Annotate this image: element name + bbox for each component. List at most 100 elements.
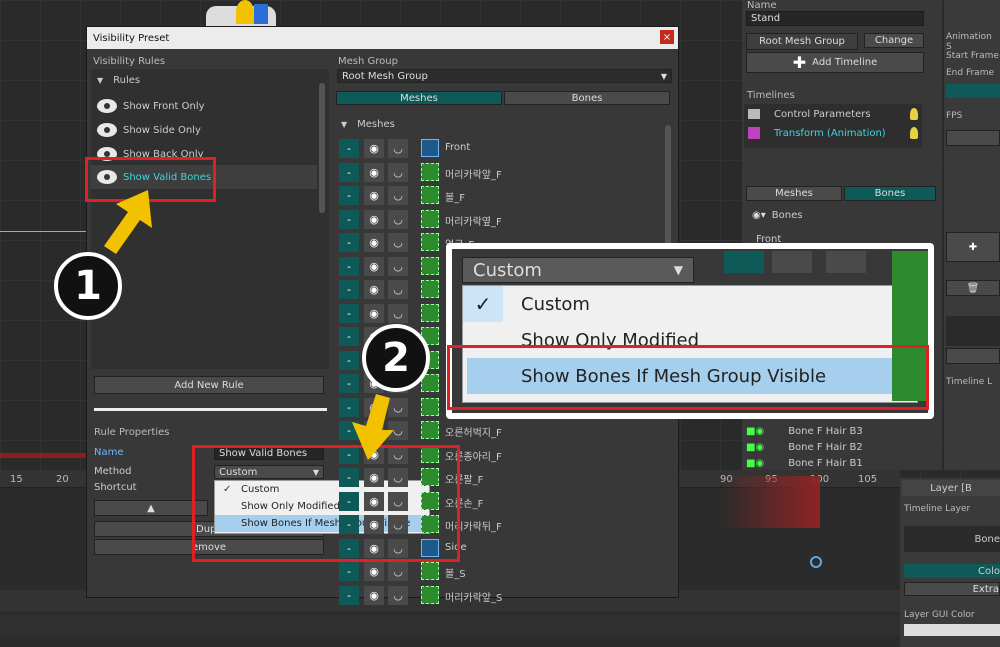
curve-icon[interactable]: ◡ [388,585,408,605]
minus-button[interactable]: - [339,162,359,182]
timeline-red-bar [0,453,90,458]
bone-row[interactable]: ■◉ Bone F Hair B1 [746,456,926,470]
timeline-item-transform[interactable]: Transform (Animation) [748,125,918,141]
mesh-row[interactable]: - ◉ ◡ 볼_F [339,184,669,206]
curve-icon[interactable]: ◡ [388,162,408,182]
minus-button[interactable]: - [339,327,359,346]
dialog-titlebar[interactable]: Visibility Preset [87,27,678,49]
move-up-button[interactable]: ▲ [94,500,208,516]
mesh-row[interactable]: - ◉ ◡ 볼_S [339,560,669,582]
eye-icon[interactable]: ◉ [364,280,384,299]
zoom-menu-item-custom[interactable]: ✓ Custom [463,286,917,322]
eye-icon[interactable]: ◉ [364,562,384,581]
chevron-down-icon: ▼ [660,71,667,81]
timeline-track[interactable] [0,614,900,636]
minus-button[interactable]: - [339,139,359,158]
step-number: 1 [74,263,102,309]
mesh-icon [421,233,439,251]
bulb-icon[interactable] [910,108,918,120]
bone-row[interactable]: ■◉ Bone F Hair B3 [746,424,926,438]
mesh-row[interactable]: - ◉ ◡ Front [339,137,669,159]
mesh-row[interactable]: - ◉ ◡ 머리카락앞_S [339,584,669,606]
tab-bones[interactable]: Bones [504,91,670,105]
tick-label: 20 [56,474,69,485]
tick-label: 105 [858,474,878,485]
minus-button[interactable]: - [339,209,359,229]
bulb-icon[interactable] [910,127,918,139]
animation-name-field[interactable]: Stand [746,11,924,26]
minus-button[interactable]: - [339,374,359,393]
bones-header[interactable]: ◉▾ Bones [752,210,802,221]
curve-icon[interactable]: ◡ [388,186,408,205]
curve-icon[interactable]: ◡ [388,209,408,229]
curve-icon[interactable]: ◡ [388,280,408,299]
rule-properties-label: Rule Properties [94,427,170,438]
mesh-group-dropdown[interactable]: Root Mesh Group ▼ [337,69,672,83]
minus-button[interactable]: - [339,233,359,252]
eye-icon[interactable]: ◉ [364,139,384,158]
bone-row[interactable]: ■◉ Bone F Hair B2 [746,440,926,454]
eye-icon[interactable]: ◉ [364,186,384,205]
visible-icon[interactable]: ■◉ [746,458,764,469]
visible-icon[interactable]: ■◉ [746,426,764,437]
name-label: Name [94,447,124,458]
tab-meshes[interactable]: Meshes [746,186,842,201]
curve-icon[interactable]: ◡ [388,562,408,581]
minus-button[interactable]: - [339,562,359,581]
add-keyframe-button[interactable]: ✚ [946,232,1000,262]
mesh-group-value: Root Mesh Group [342,70,428,82]
tab-meshes[interactable]: Meshes [336,91,502,105]
zoom-method-dropdown[interactable]: Custom ▼ [462,257,694,283]
add-new-rule-button[interactable]: Add New Rule [94,376,324,394]
curve-icon[interactable]: ◡ [388,233,408,252]
meshes-header[interactable]: ▼ Meshes [341,119,395,130]
timeline-layer-expander[interactable]: Timeline L [946,377,992,387]
add-timeline-button[interactable]: ✚ Add Timeline [746,52,924,73]
minus-button[interactable]: - [339,585,359,605]
eye-icon[interactable]: ◉ [364,209,384,229]
eye-icon[interactable]: ◉ [364,233,384,252]
playhead-handle-icon[interactable] [810,556,822,568]
zoom-menu-label: Custom [521,293,590,315]
minus-button[interactable]: - [339,303,359,323]
timeline-item-label: Transform (Animation) [774,127,886,139]
dialog-title: Visibility Preset [93,32,170,44]
fps-button[interactable] [946,130,1000,146]
change-button[interactable]: Change [864,33,924,48]
up-arrow-icon: ▲ [147,502,155,514]
mesh-row[interactable]: - ◉ ◡ 머리카락옆_F [339,208,669,230]
tab-bones[interactable]: Bones [844,186,936,201]
plus-icon: ✚ [792,53,807,72]
bone-label: Bone F Hair B3 [788,425,863,437]
mesh-row[interactable]: - ◉ ◡ 머리카락앞_F [339,161,669,183]
mesh-name: 오른허벅지_F [445,428,502,439]
rule-item[interactable]: Show Front Only [91,94,317,118]
layer-color-swatch[interactable] [904,624,1000,636]
rules-scrollbar[interactable] [319,83,325,213]
visible-icon[interactable]: ■◉ [746,442,764,453]
rule-item[interactable]: Show Side Only [91,118,317,142]
color-button[interactable]: Colo [904,564,1000,578]
loop-toggle[interactable] [946,84,1000,98]
minus-button[interactable]: - [339,350,359,370]
eye-icon[interactable]: ◉▾ [752,210,766,221]
curve-icon[interactable]: ◡ [388,303,408,323]
timeline-item-control-parameters[interactable]: Control Parameters [748,106,918,122]
eye-icon[interactable]: ◉ [364,585,384,605]
mesh-icon [421,280,439,298]
eye-icon[interactable]: ◉ [364,162,384,182]
rules-header[interactable]: ▼ Rules [97,75,140,86]
eye-icon[interactable]: ◉ [364,303,384,323]
curve-icon[interactable]: ◡ [388,139,408,158]
minus-button[interactable]: - [339,256,359,276]
extra-button[interactable]: Extra [904,582,1000,596]
mesh-icon [421,421,439,439]
minus-button[interactable]: - [339,186,359,205]
eye-icon[interactable]: ◉ [364,256,384,276]
close-button[interactable]: × [660,30,674,44]
curve-icon[interactable]: ◡ [388,256,408,276]
delete-button[interactable]: 🗑 [946,280,1000,296]
minus-button[interactable]: - [339,280,359,299]
timeline-layer-label: Timeline Layer [904,504,971,514]
record-button[interactable] [946,348,1000,364]
